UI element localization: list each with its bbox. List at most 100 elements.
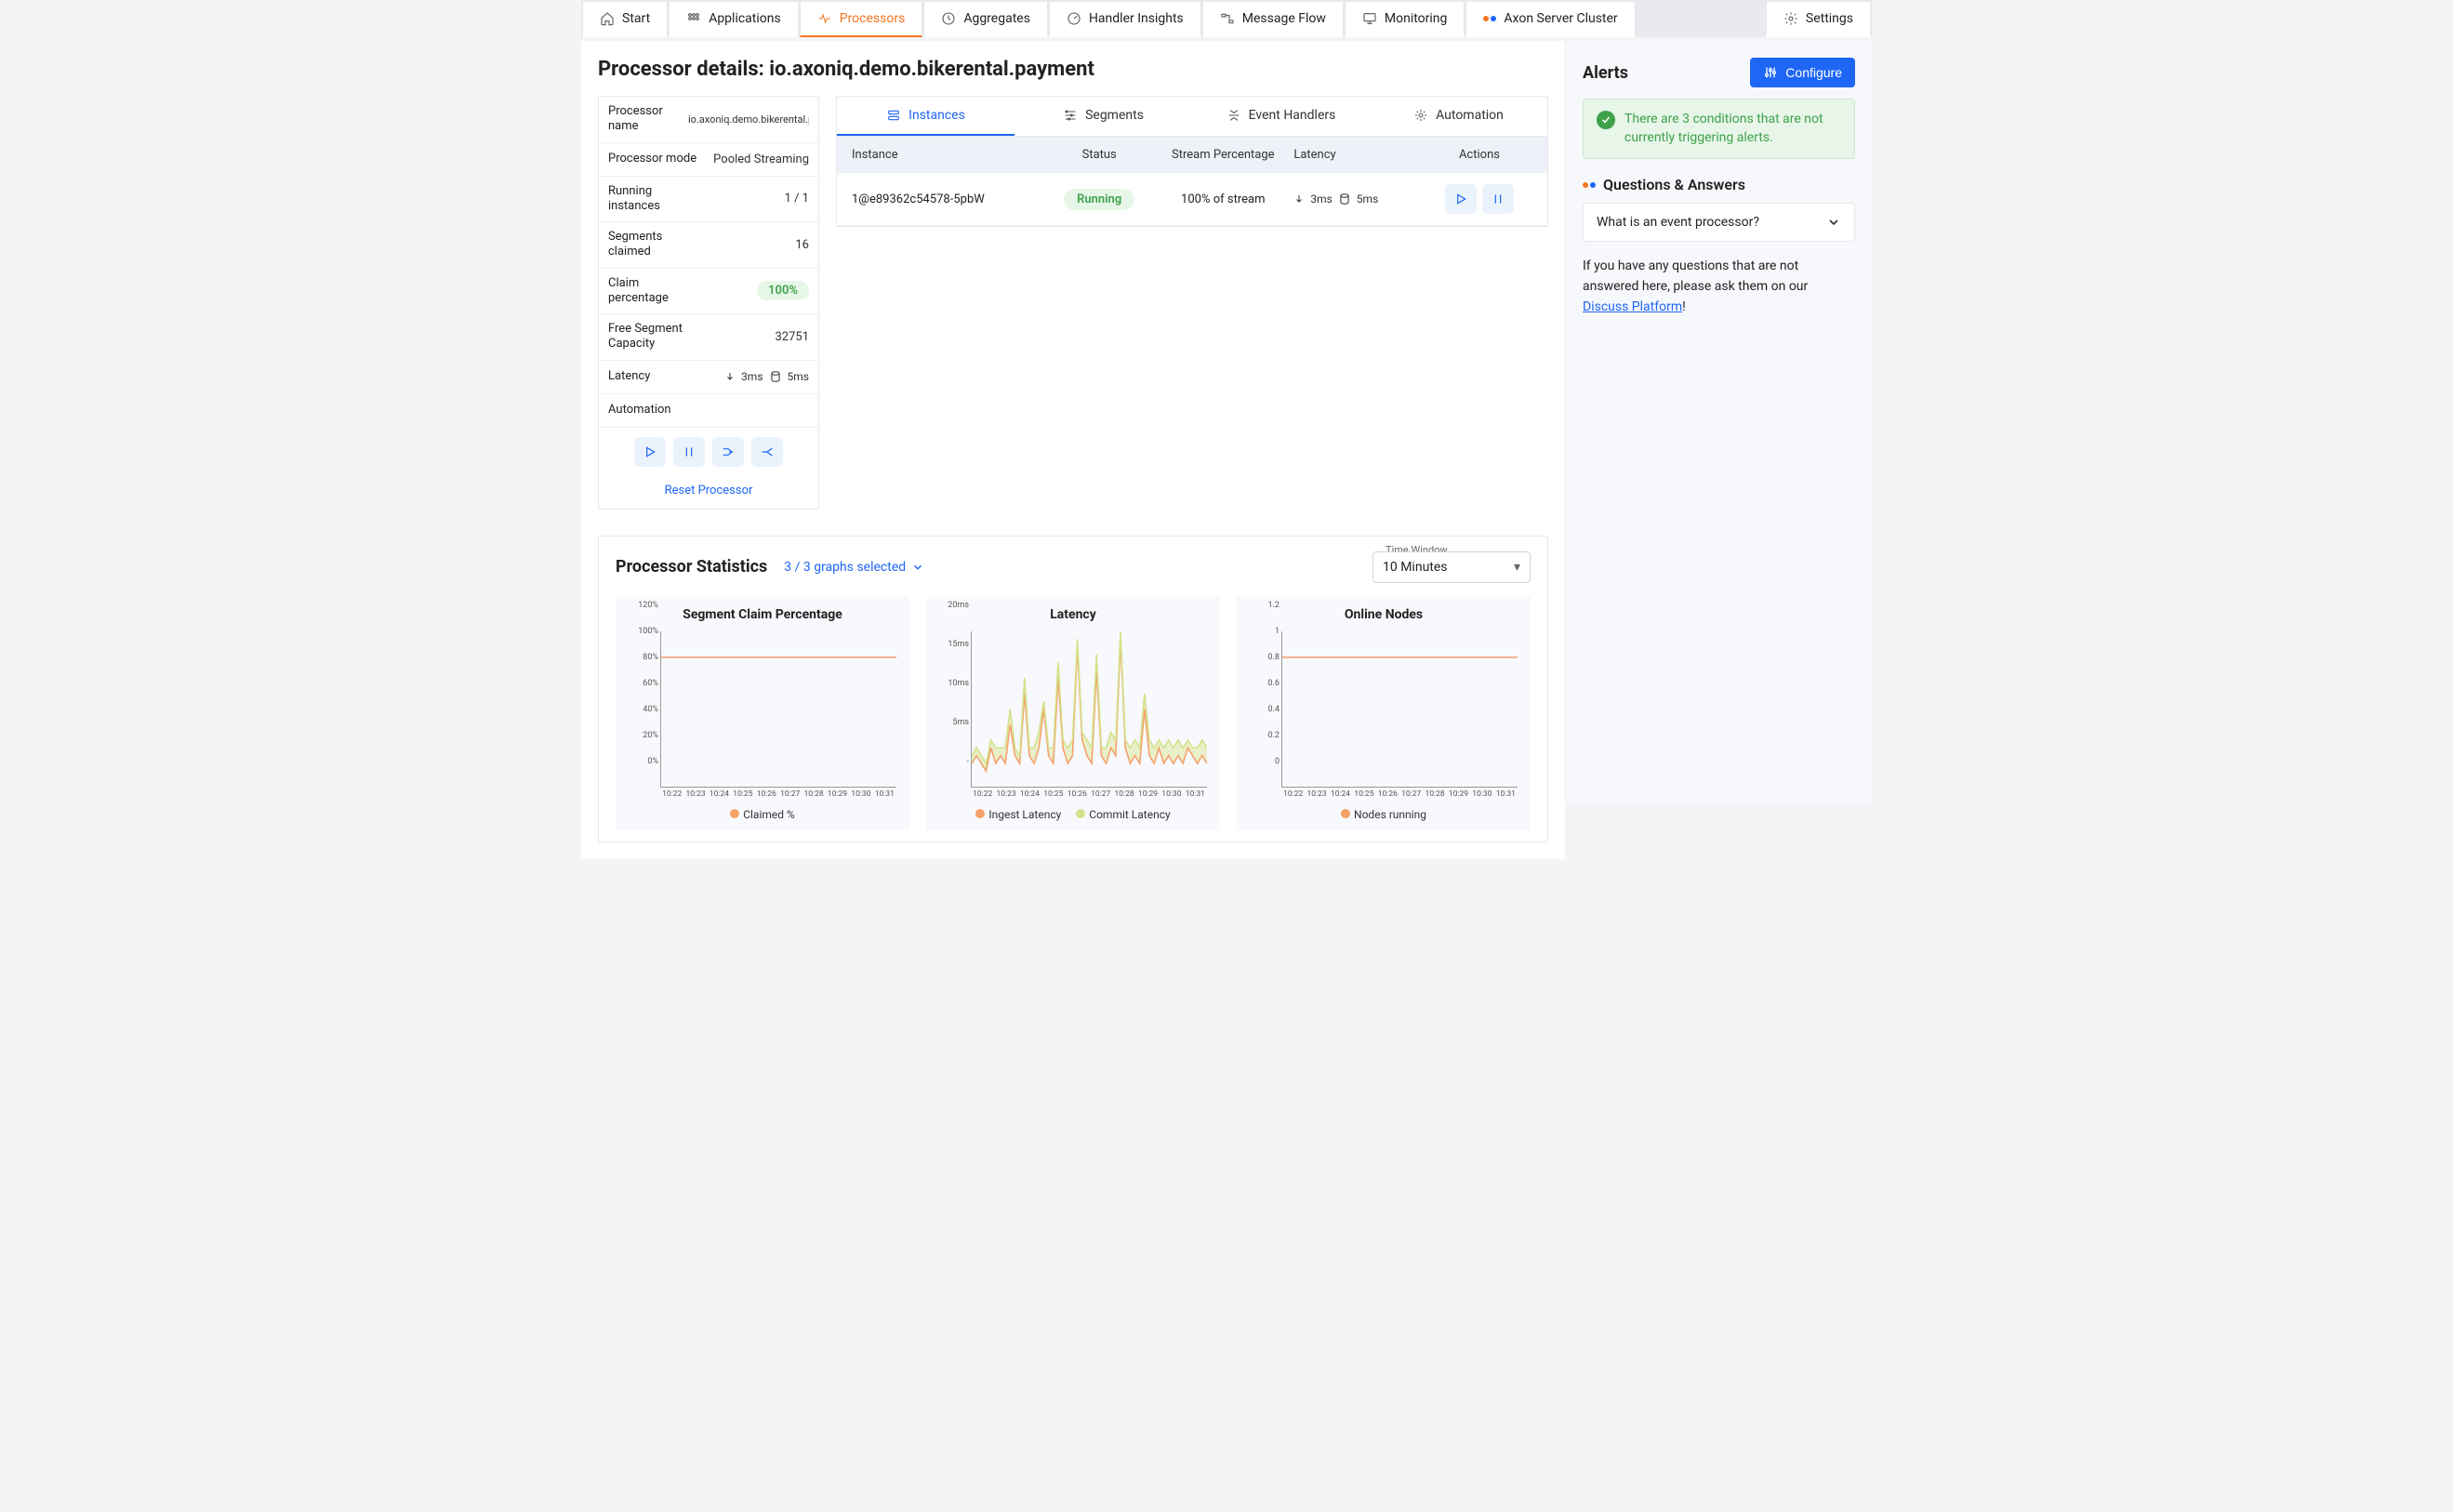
configure-button[interactable]: Configure	[1750, 58, 1855, 87]
split-button[interactable]	[751, 437, 783, 467]
axon-icon	[1583, 182, 1596, 188]
table-header: Instance Status Stream Percentage Latenc…	[837, 137, 1547, 173]
summary-label: Automation	[608, 403, 671, 418]
apps-icon	[686, 11, 701, 26]
gauge-icon	[1067, 11, 1081, 26]
th-latency: Latency	[1293, 148, 1426, 162]
subtab-instances[interactable]: Instances	[837, 97, 1014, 136]
chart-title: Latency	[932, 607, 1214, 622]
pulse-icon	[817, 11, 832, 26]
time-window-select[interactable]: Time Window 10 Minutes	[1372, 551, 1531, 583]
summary-value: Pooled Streaming	[713, 153, 809, 166]
alerts-title: Alerts	[1583, 63, 1628, 83]
home-icon	[600, 11, 615, 26]
chevron-down-icon	[1826, 215, 1841, 230]
th-stream: Stream Percentage	[1152, 148, 1293, 162]
row-play-button[interactable]	[1445, 184, 1477, 214]
latency-value: 3ms 5ms	[724, 370, 809, 383]
check-icon	[1597, 111, 1615, 129]
tab-processors[interactable]: Processors	[800, 1, 923, 37]
tab-aggregates[interactable]: Aggregates	[923, 1, 1048, 37]
pause-button[interactable]	[673, 437, 705, 467]
chart-title: Segment Claim Percentage	[621, 607, 904, 622]
tab-label: Handler Insights	[1089, 11, 1184, 26]
right-panel: Alerts Configure There are 3 conditions …	[1565, 41, 1872, 803]
subtab-automation[interactable]: Automation	[1370, 97, 1547, 136]
monitor-icon	[1362, 11, 1377, 26]
th-status: Status	[1046, 148, 1152, 162]
alert-message: There are 3 conditions that are not curr…	[1583, 99, 1855, 159]
tab-label: Settings	[1806, 11, 1853, 26]
clock-icon	[941, 11, 956, 26]
tab-message-flow[interactable]: Message Flow	[1202, 1, 1344, 37]
tab-label: Axon Server Cluster	[1504, 11, 1617, 26]
flow-icon	[1220, 11, 1235, 26]
stats-panel: Processor Statistics 3 / 3 graphs select…	[598, 536, 1548, 842]
tab-axon-cluster[interactable]: Axon Server Cluster	[1465, 1, 1635, 37]
axon-icon	[1483, 16, 1496, 21]
automation-icon	[1413, 108, 1428, 123]
tab-start[interactable]: Start	[582, 1, 668, 37]
summary-actions	[599, 428, 818, 476]
tab-label: Monitoring	[1385, 11, 1448, 26]
chevron-down-icon	[911, 561, 924, 574]
cell-stream: 100% of stream	[1152, 192, 1293, 206]
chart-latency: Latency -5ms10ms15ms20ms10:2210:2310:241…	[926, 596, 1220, 830]
chart-claim: Segment Claim Percentage 0%20%40%60%80%1…	[616, 596, 909, 830]
sliders-icon	[1763, 65, 1778, 80]
tab-label: Message Flow	[1242, 11, 1326, 26]
tab-monitoring[interactable]: Monitoring	[1345, 1, 1465, 37]
handlers-icon	[1226, 108, 1241, 123]
segments-icon	[1063, 108, 1078, 123]
subtab-segments[interactable]: Segments	[1014, 97, 1192, 136]
summary-label: Free Segment Capacity	[608, 322, 701, 352]
summary-value: 1 / 1	[785, 192, 809, 206]
time-window-value[interactable]: 10 Minutes	[1372, 551, 1531, 583]
summary-label: Segments claimed	[608, 230, 701, 260]
chart-nodes: Online Nodes 00.20.40.60.811.210:2210:23…	[1237, 596, 1531, 830]
tab-label: Aggregates	[963, 11, 1030, 26]
summary-value: 16	[795, 238, 809, 252]
summary-value: 32751	[775, 330, 809, 344]
tab-settings[interactable]: Settings	[1766, 1, 1871, 37]
summary-card: Processor nameio.axoniq.demo.bikerental.…	[598, 96, 819, 510]
tab-applications[interactable]: Applications	[669, 1, 799, 37]
summary-label: Running instances	[608, 184, 701, 215]
summary-label: Processor mode	[608, 152, 696, 166]
discuss-link[interactable]: Discuss Platform	[1583, 299, 1682, 314]
instances-icon	[886, 108, 901, 123]
reset-processor-link[interactable]: Reset Processor	[599, 476, 818, 509]
cell-latency: 3ms 5ms	[1293, 192, 1426, 206]
summary-value: io.axoniq.demo.bikerental.payme	[688, 113, 809, 126]
instances-card: Instances Segments Event Handlers A	[836, 96, 1548, 227]
status-badge: Running	[1064, 189, 1134, 210]
page-title: Processor details: io.axoniq.demo.bikere…	[598, 58, 1548, 81]
arrow-down-icon	[1293, 193, 1305, 205]
database-icon	[769, 370, 782, 383]
tab-label: Applications	[709, 11, 781, 26]
summary-label: Latency	[608, 369, 650, 384]
tab-label: Start	[622, 11, 650, 26]
subtab-event-handlers[interactable]: Event Handlers	[1192, 97, 1370, 136]
cell-instance: 1@e89362c54578-5pbW	[852, 192, 1046, 206]
top-nav: Start Applications Processors Aggregates…	[581, 0, 1872, 37]
help-text: If you have any questions that are not a…	[1583, 257, 1855, 317]
table-row: 1@e89362c54578-5pbW Running 100% of stre…	[837, 173, 1547, 226]
th-actions: Actions	[1426, 148, 1532, 162]
th-instance: Instance	[852, 148, 1046, 162]
qa-accordion-item[interactable]: What is an event processor?	[1583, 203, 1855, 242]
chart-title: Online Nodes	[1242, 607, 1525, 622]
graphs-selector[interactable]: 3 / 3 graphs selected	[784, 560, 924, 575]
database-icon	[1338, 192, 1351, 206]
merge-button[interactable]	[712, 437, 744, 467]
arrow-down-icon	[724, 371, 736, 382]
play-button[interactable]	[634, 437, 666, 467]
summary-label: Claim percentage	[608, 276, 701, 307]
row-pause-button[interactable]	[1482, 184, 1514, 214]
claim-percentage-badge: 100%	[757, 281, 809, 300]
qa-heading: Questions & Answers	[1583, 176, 1855, 193]
gear-icon	[1783, 11, 1798, 26]
tab-label: Processors	[840, 11, 906, 26]
tab-handler-insights[interactable]: Handler Insights	[1049, 1, 1201, 37]
stats-title: Processor Statistics	[616, 557, 767, 577]
